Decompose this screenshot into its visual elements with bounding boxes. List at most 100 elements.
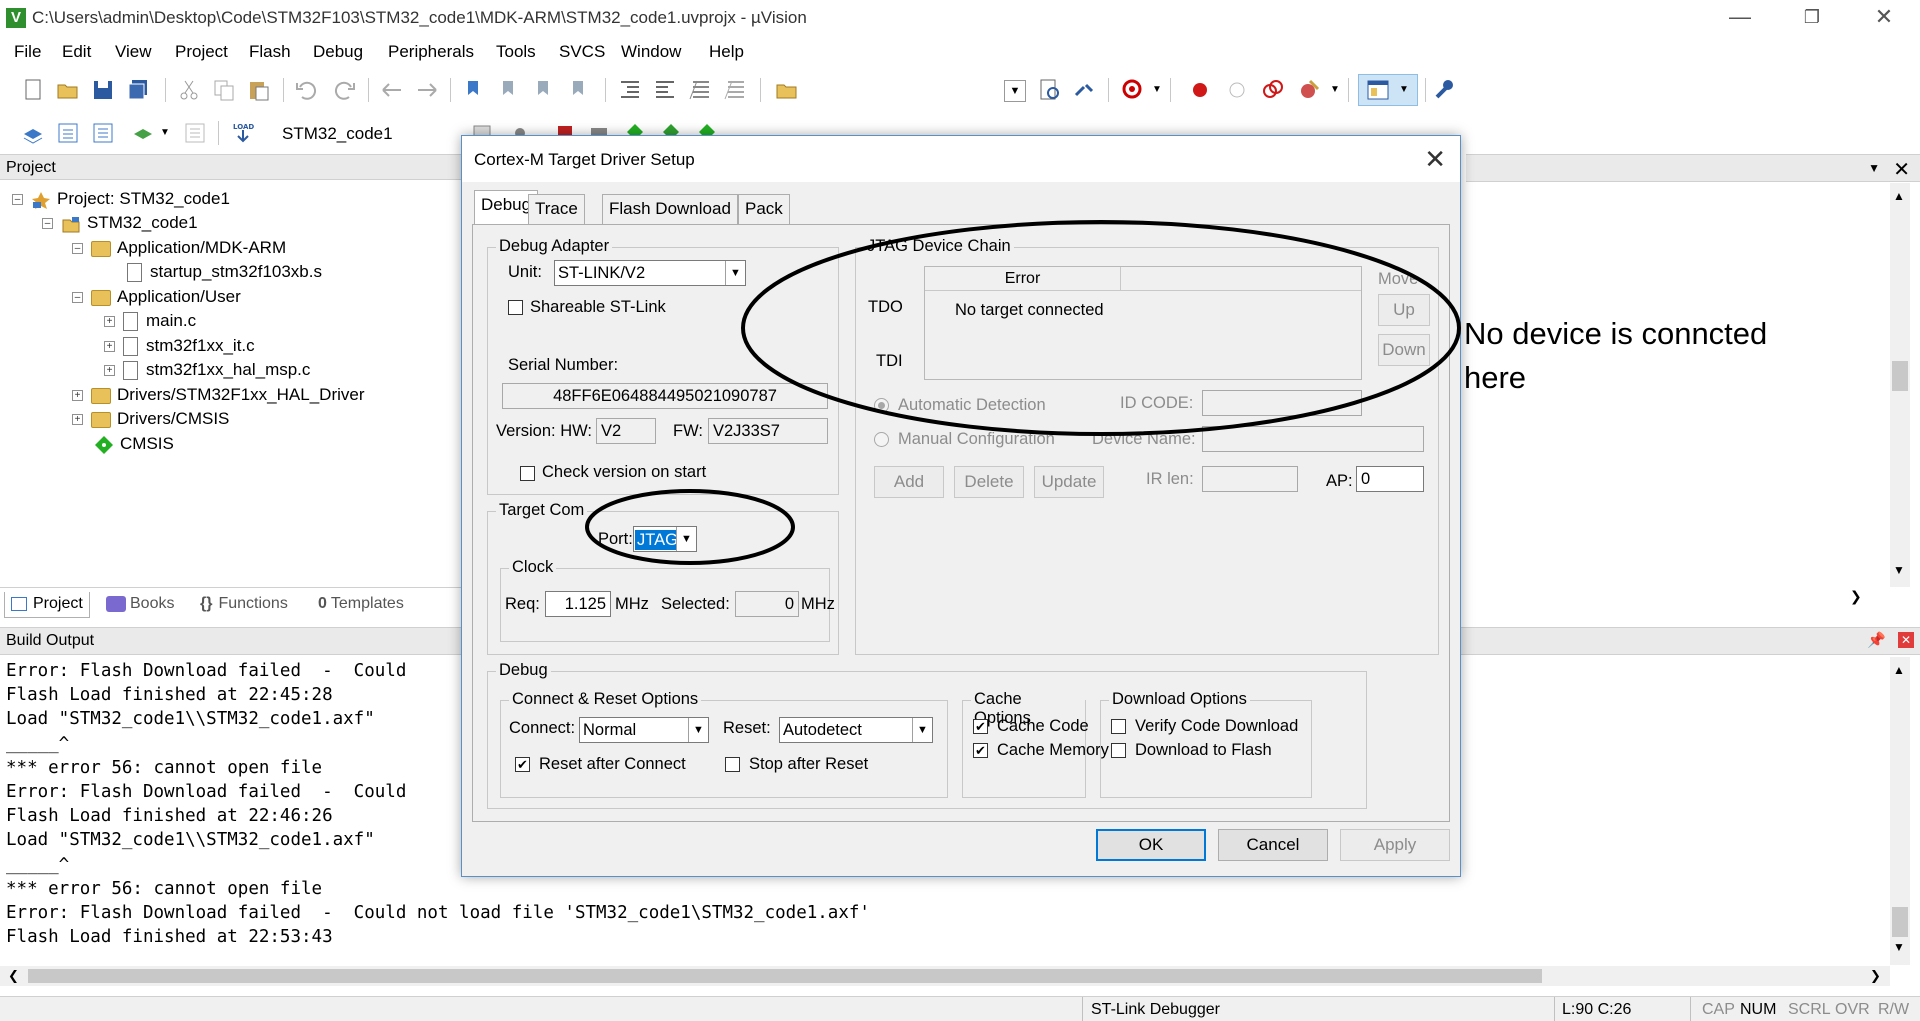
pin-icon[interactable]: 📌 <box>1867 631 1886 649</box>
insert-breakpoint-icon[interactable] <box>1187 77 1213 103</box>
menu-peripherals[interactable]: Peripherals <box>388 42 474 62</box>
configure-icon[interactable] <box>1431 77 1457 103</box>
manual-configuration-radio[interactable] <box>874 432 889 447</box>
collapse-icon[interactable]: – <box>12 194 23 206</box>
redo-icon[interactable] <box>331 77 357 103</box>
tree-item-file[interactable]: + main.c <box>104 309 196 333</box>
download-to-flash-checkbox[interactable] <box>1111 743 1126 758</box>
batch-build-icon[interactable] <box>130 120 156 146</box>
collapse-icon[interactable]: – <box>72 243 83 255</box>
cache-code-checkbox[interactable]: ✔ <box>973 719 988 734</box>
menu-file[interactable]: File <box>14 42 41 62</box>
ap-field[interactable]: 0 <box>1356 466 1424 492</box>
editor-close-icon[interactable]: ✕ <box>1893 157 1910 182</box>
menu-debug[interactable]: Debug <box>313 42 363 62</box>
rebuild-icon[interactable] <box>90 120 116 146</box>
expand-icon[interactable]: + <box>72 414 83 426</box>
scroll-down-icon[interactable]: ▼ <box>1893 563 1905 577</box>
target-select[interactable]: STM32_code1 <box>272 123 450 147</box>
restore-icon[interactable]: ❐ <box>1784 0 1840 36</box>
cache-memory-checkbox[interactable]: ✔ <box>973 743 988 758</box>
minimize-icon[interactable]: — <box>1712 0 1768 36</box>
update-device-button[interactable]: Update <box>1034 466 1104 498</box>
move-down-button[interactable]: Down <box>1378 334 1430 366</box>
jtag-device-list[interactable]: Error No target connected <box>924 266 1362 380</box>
apply-button[interactable]: Apply <box>1340 829 1450 861</box>
paste-icon[interactable] <box>246 77 272 103</box>
disable-all-breakpoints-icon[interactable] <box>1260 77 1286 103</box>
editor-dropdown-icon[interactable]: ▼ <box>1868 161 1880 175</box>
tree-item-group[interactable]: + Drivers/STM32F1xx_HAL_Driver <box>72 383 365 407</box>
automatic-detection-radio[interactable] <box>874 398 889 413</box>
scroll-up-icon[interactable]: ▲ <box>1893 189 1905 203</box>
save-all-icon[interactable] <box>125 77 151 103</box>
output-horizontal-scrollbar[interactable]: ❮ ❯ <box>0 966 1890 986</box>
stop-build-icon[interactable] <box>182 120 208 146</box>
debug-dropdown-arrow[interactable]: ▼ <box>1152 84 1162 95</box>
menu-help[interactable]: Help <box>709 42 744 62</box>
find-in-files-icon[interactable] <box>774 77 800 103</box>
editor-scroll-thumb[interactable] <box>1892 361 1908 391</box>
editor-scroll-right-icon[interactable]: ❯ <box>1850 588 1862 605</box>
tree-item-group[interactable]: – Application/MDK-ARM <box>72 236 286 260</box>
cancel-button[interactable]: Cancel <box>1218 829 1328 861</box>
start-debug-icon[interactable] <box>1120 77 1146 103</box>
tree-item-project[interactable]: – Project: STM32_code1 <box>12 187 230 211</box>
reset-select[interactable]: Autodetect ▼ <box>779 717 933 743</box>
serial-number-field[interactable]: 48FF6E064884495021090787 <box>502 383 828 409</box>
window-layout-button[interactable]: ▼ <box>1358 74 1418 106</box>
copy-icon[interactable] <box>211 77 237 103</box>
menu-edit[interactable]: Edit <box>62 42 91 62</box>
collapse-icon[interactable]: – <box>42 218 53 230</box>
find-combo-dropdown[interactable]: ▼ <box>1004 80 1026 102</box>
tab-books[interactable]: Books <box>100 592 180 618</box>
dialog-close-icon[interactable]: ✕ <box>1424 144 1446 175</box>
jtag-list-header-error[interactable]: Error <box>925 267 1121 291</box>
output-vertical-scrollbar[interactable]: ▲ ▼ <box>1890 657 1910 965</box>
unit-select[interactable]: ST-LINK/V2 ▼ <box>554 260 746 286</box>
menu-project[interactable]: Project <box>175 42 228 62</box>
find-icon[interactable] <box>1037 77 1063 103</box>
collapse-icon[interactable]: – <box>72 292 83 304</box>
download-load-icon[interactable]: LOAD <box>230 120 256 146</box>
uncomment-icon[interactable] <box>722 77 748 103</box>
scroll-right-icon[interactable]: ❯ <box>1870 968 1881 984</box>
tab-functions[interactable]: {} Functions <box>194 592 294 618</box>
tree-item-group[interactable]: + Drivers/CMSIS <box>72 407 229 431</box>
tab-project[interactable]: Project <box>4 592 90 618</box>
kill-all-breakpoints-icon[interactable] <box>1296 77 1322 103</box>
tab-templates[interactable]: 0 Templates <box>312 592 410 618</box>
editor-vertical-scrollbar[interactable]: ▲ ▼ <box>1890 183 1910 587</box>
shareable-stlink-checkbox[interactable] <box>508 300 523 315</box>
check-version-checkbox[interactable] <box>520 466 535 481</box>
unindent-icon[interactable] <box>652 77 678 103</box>
build-icon[interactable] <box>55 120 81 146</box>
cut-icon[interactable] <box>176 77 202 103</box>
undo-icon[interactable] <box>294 77 320 103</box>
incremental-find-icon[interactable] <box>1072 77 1098 103</box>
close-window-icon[interactable]: ✕ <box>1856 0 1912 36</box>
tree-item-file[interactable]: + stm32f1xx_hal_msp.c <box>104 358 310 382</box>
breakpoint-dropdown-arrow[interactable]: ▼ <box>1330 84 1340 95</box>
reset-after-connect-checkbox[interactable]: ✔ <box>515 757 530 772</box>
enable-breakpoint-icon[interactable] <box>1224 77 1250 103</box>
expand-icon[interactable]: + <box>104 316 115 328</box>
delete-device-button[interactable]: Delete <box>954 466 1024 498</box>
output-hscroll-thumb[interactable] <box>28 969 1542 983</box>
tree-item-component[interactable]: CMSIS <box>94 432 174 456</box>
new-file-icon[interactable] <box>20 77 46 103</box>
scroll-left-icon[interactable]: ❮ <box>8 968 19 984</box>
output-scroll-thumb[interactable] <box>1892 907 1908 937</box>
clear-bookmarks-icon[interactable] <box>567 77 593 103</box>
tree-item-file[interactable]: startup_stm32f103xb.s <box>127 260 322 284</box>
nav-back-icon[interactable] <box>379 77 405 103</box>
verify-code-download-checkbox[interactable] <box>1111 719 1126 734</box>
move-up-button[interactable]: Up <box>1378 294 1430 326</box>
translate-icon[interactable] <box>20 120 46 146</box>
next-bookmark-icon[interactable] <box>532 77 558 103</box>
menu-svcs[interactable]: SVCS <box>559 42 605 62</box>
clock-req-field[interactable]: 1.125 <box>545 591 611 617</box>
menu-flash[interactable]: Flash <box>249 42 291 62</box>
nav-forward-icon[interactable] <box>414 77 440 103</box>
comment-icon[interactable] <box>687 77 713 103</box>
